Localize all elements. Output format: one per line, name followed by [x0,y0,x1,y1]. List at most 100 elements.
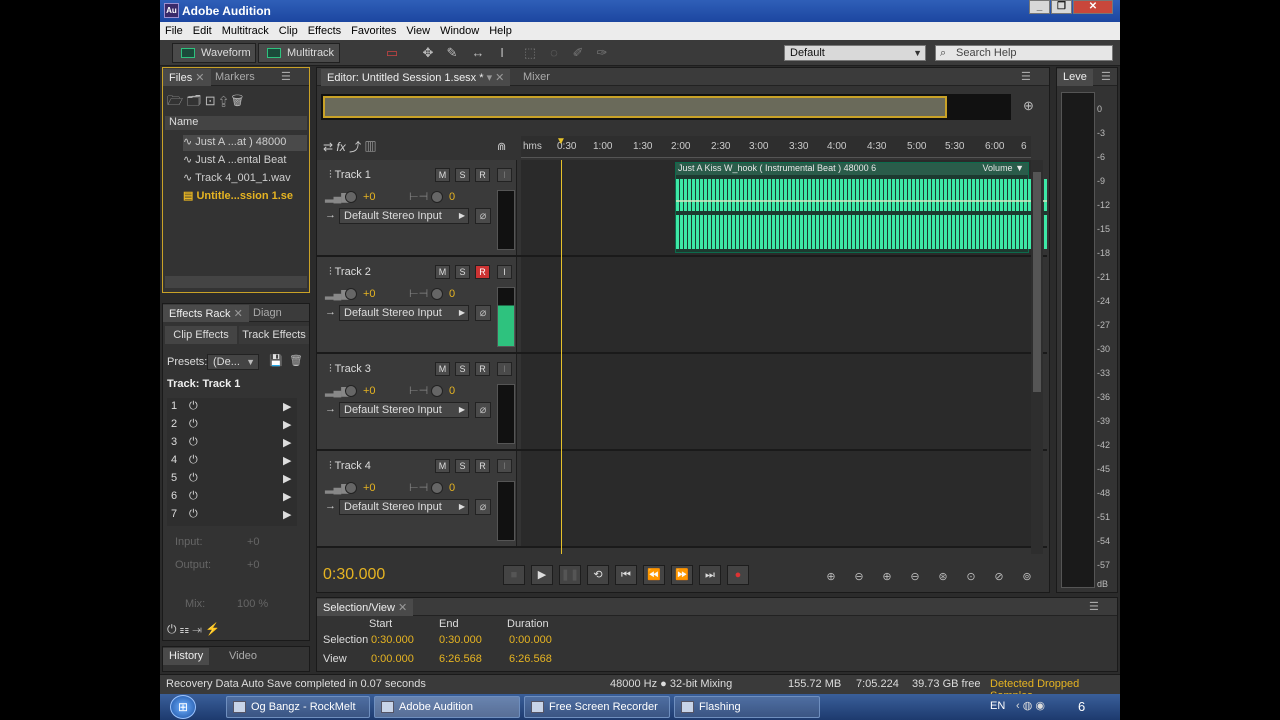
tab-mixer[interactable]: Mixer [517,69,556,86]
power-icon[interactable]: ⏻ [189,400,198,413]
input-select[interactable]: Default Stereo Input ▶ [339,208,469,224]
pan-value[interactable]: 0 [449,191,455,203]
track-lane[interactable] [521,451,1031,546]
record-button[interactable]: ● [727,565,749,585]
fast-forward-button[interactable]: ⏩ [671,565,693,585]
volume-knob[interactable] [345,482,357,494]
chevron-right-icon[interactable]: ▶ [283,436,291,449]
waveform-button[interactable]: Waveform [172,43,256,63]
scrollbar-thumb[interactable] [1033,172,1041,392]
move-tool-icon[interactable]: ✥ [420,45,436,61]
import-file-icon[interactable]: 🗂 [187,93,201,108]
export-icon[interactable]: ⇪ [219,93,228,108]
panel-menu-icon[interactable]: ☰ [1089,600,1099,613]
zoom-in-time-icon[interactable]: ⊕ [877,570,897,586]
power-icon[interactable]: ⏻ [189,418,198,431]
delete-icon[interactable]: 🗑 [231,93,243,108]
tab-video[interactable]: Video [223,648,263,665]
effect-slot[interactable]: 3 ⏻ ▶ [171,436,299,454]
mute-button[interactable]: M [435,362,450,376]
input-select[interactable]: Default Stereo Input ▶ [339,499,469,515]
view-duration[interactable]: 6:26.568 [509,653,552,665]
selection-duration[interactable]: 0:00.000 [509,634,552,646]
time-ruler[interactable]: hms 0:30 1:00 1:30 2:00 2:30 3:00 3:30 4:00 4:30 5… [521,136,1031,158]
view-end[interactable]: 6:26.568 [439,653,482,665]
taskbar-item[interactable]: Og Bangz - RockMelt [226,696,370,718]
marquee-icon[interactable]: ⬚ [522,45,538,61]
language-indicator[interactable]: EN [990,700,1005,712]
phase-invert-icon[interactable]: ⌀ [475,499,491,515]
clip-volume-menu[interactable]: Volume ▼ [978,163,1024,173]
list-item[interactable]: ▤ Untitle...ssion 1.se [183,189,307,205]
lightning-icon[interactable]: ⚡ [205,622,220,636]
effect-slot[interactable]: 5 ⏻ ▶ [171,472,299,490]
zoom-to-selection-icon[interactable]: ⊕ [1023,98,1034,114]
input-select[interactable]: Default Stereo Input ▶ [339,305,469,321]
pan-knob[interactable] [431,191,443,203]
panel-menu-icon[interactable]: ☰ [1101,70,1111,83]
zoom-full-icon[interactable]: ⊛ [933,570,953,586]
volume-value[interactable]: +0 [363,191,376,203]
tab-history[interactable]: History [163,648,210,665]
close-icon[interactable]: ✕ [1073,0,1113,14]
effect-slot[interactable]: 1 ⏻ ▶ [171,400,299,418]
pan-value[interactable]: 0 [449,385,455,397]
volume-value[interactable]: +0 [363,288,376,300]
input-monitor-button[interactable]: I [497,459,512,473]
track-effects-tab[interactable]: Track Effects [239,326,309,344]
pan-knob[interactable] [431,288,443,300]
zoom-out-time-icon[interactable]: ⊖ [905,570,925,586]
taskbar-item[interactable]: Flashing [674,696,820,718]
zoom-in-point-icon[interactable]: ⊘ [989,570,1009,586]
snap-icon[interactable]: ⋒ [497,140,506,153]
go-to-end-button[interactable]: ⏭ [699,565,721,585]
lasso-icon[interactable]: ◌ [546,45,562,61]
tab-selection-view[interactable]: Selection/View ✕ [317,599,414,616]
rewind-button[interactable]: ⏪ [643,565,665,585]
list-icon[interactable]: ☷ [180,622,189,636]
record-arm-button[interactable]: R [475,362,490,376]
mute-button[interactable]: M [435,459,450,473]
fx-icon[interactable]: fx [336,140,345,154]
go-to-start-button[interactable]: ⏮ [615,565,637,585]
current-time-display[interactable]: 0:30.000 [323,566,385,584]
track-lane[interactable] [521,354,1031,449]
zoom-in-amplitude-icon[interactable]: ⊕ [821,570,841,586]
menu-favorites[interactable]: Favorites [346,22,401,37]
menu-help[interactable]: Help [484,22,517,37]
chevron-right-icon[interactable]: ▶ [283,418,291,431]
list-item[interactable]: ∿ Track 4_001_1.wav [183,171,307,187]
tab-effects-rack[interactable]: Effects Rack ✕ [163,305,249,322]
solo-button[interactable]: S [455,168,470,182]
selection-end[interactable]: 0:30.000 [439,634,482,646]
clip-effects-tab[interactable]: Clip Effects [165,326,237,344]
record-arm-button[interactable]: R [475,265,490,279]
playhead-marker-icon[interactable]: ▼ [556,136,566,147]
power-icon[interactable]: ⏻ [167,622,177,636]
view-start[interactable]: 0:00.000 [371,653,414,665]
volume-knob[interactable] [345,191,357,203]
stop-button[interactable]: ■ [503,565,525,585]
slip-tool-icon[interactable]: ↔ [470,45,486,61]
track-name[interactable]: ⫶ Track 1 [329,169,371,182]
volume-knob[interactable] [345,385,357,397]
volume-value[interactable]: +0 [363,482,376,494]
clock[interactable]: 6 [1078,699,1085,714]
input-monitor-button[interactable]: I [497,362,512,376]
pause-button[interactable]: ❚❚ [559,565,581,585]
solo-button[interactable]: S [455,459,470,473]
insert-icon[interactable]: ⊡ [205,93,216,108]
tab-levels[interactable]: Leve [1057,69,1093,86]
effect-slot[interactable]: 7 ⏻ ▶ [171,508,299,526]
record-arm-button[interactable]: R [475,168,490,182]
menu-edit[interactable]: Edit [188,22,217,37]
send-icon[interactable]: ⤴ [349,140,361,154]
power-icon[interactable]: ⏻ [189,508,198,521]
menu-multitrack[interactable]: Multitrack [217,22,274,37]
chevron-right-icon[interactable]: ▶ [283,400,291,413]
track-name[interactable]: ⫶ Track 4 [329,460,371,473]
effect-slot[interactable]: 4 ⏻ ▶ [171,454,299,472]
spot-heal-icon[interactable]: ✑ [594,45,610,61]
loop-playback-button[interactable]: ⟲ [587,565,609,585]
menu-file[interactable]: File [160,22,188,37]
